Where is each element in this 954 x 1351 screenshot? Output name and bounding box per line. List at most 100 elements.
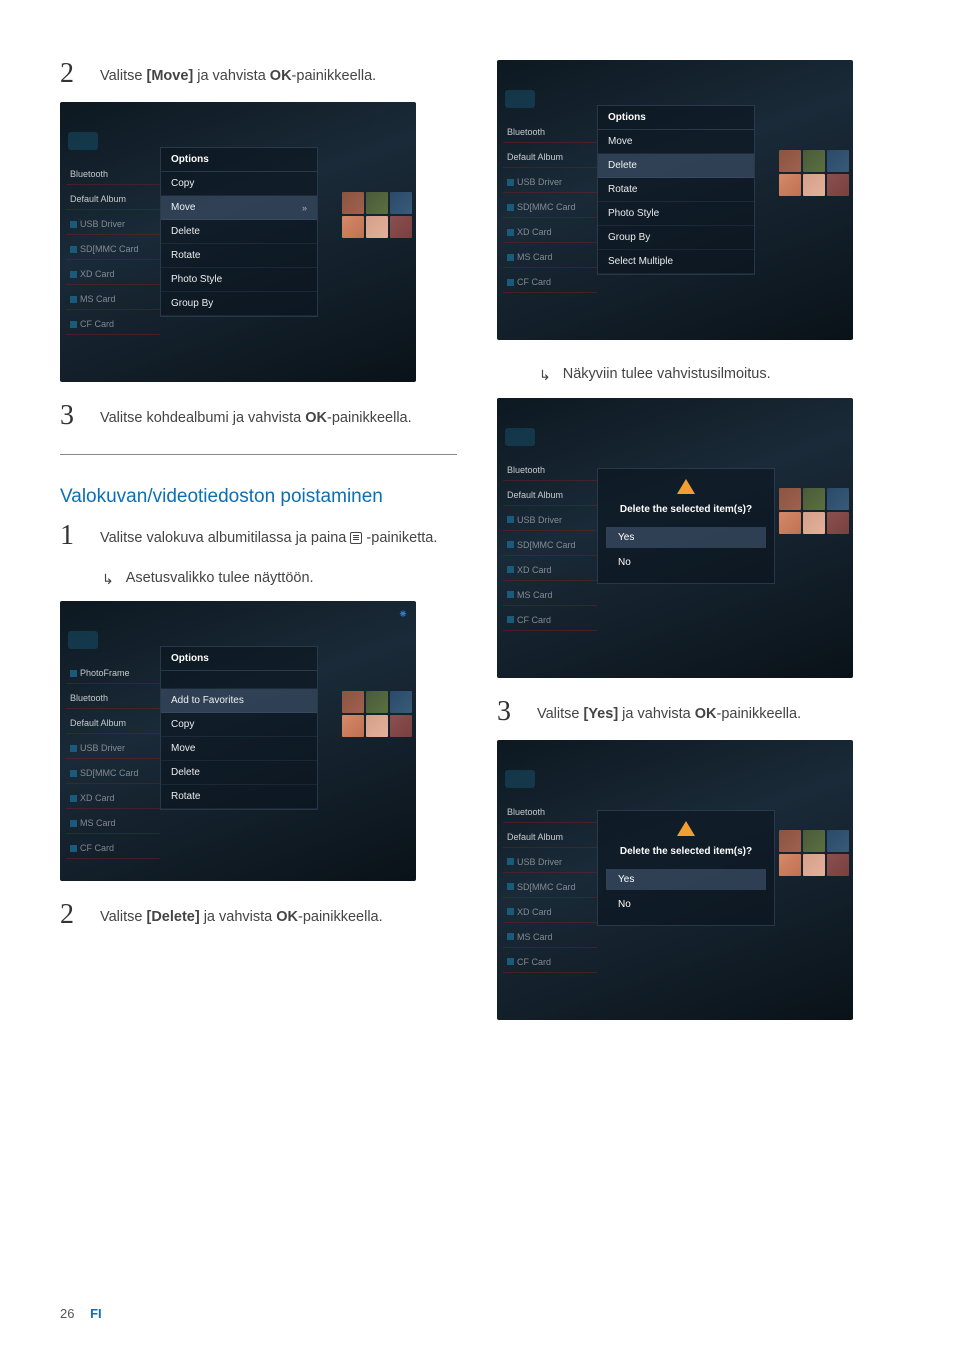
screenshot-confirm-yes: Bluetooth Default Album USB Driver SD[MM… (497, 740, 853, 1020)
thumbnails (779, 488, 849, 534)
page-footer: 26 FI (60, 1306, 102, 1321)
step-3b: 3 Valitse [Yes] ja vahvista OK-painikkee… (497, 698, 894, 726)
ss-sidebar: Bluetooth Default Album USB Driver SD[MM… (60, 102, 160, 382)
dialog-option-no: No (606, 894, 766, 915)
ss-side-item: MS Card (66, 289, 160, 310)
menu-item (161, 671, 317, 689)
ss-side-item: Default Album (66, 713, 160, 734)
ss-side-item: Bluetooth (66, 164, 160, 185)
step-number: 3 (60, 402, 80, 430)
ss-side-item: USB Driver (503, 852, 597, 873)
options-menu: Options Copy Move» Delete Rotate Photo S… (160, 147, 318, 317)
menu-item-selected: Move» (161, 196, 317, 220)
menu-item: Move (161, 737, 317, 761)
thumbnails (779, 830, 849, 876)
ss-side-item: CF Card (503, 610, 597, 631)
sd-icon (507, 541, 514, 548)
ss-side-item: Bluetooth (503, 802, 597, 823)
sd-icon (507, 883, 514, 890)
thumbnails (779, 150, 849, 196)
step-3: 3 Valitse kohdealbumi ja vahvista OK-pai… (60, 402, 457, 430)
ss-side-item: Default Album (503, 827, 597, 848)
ss-side-item: USB Driver (503, 510, 597, 531)
ss-side-item: PhotoFrame (66, 663, 160, 684)
sd-icon (70, 246, 77, 253)
cf-icon (507, 279, 514, 286)
ss-side-item: MS Card (503, 927, 597, 948)
sub-step: ↳ Näkyviin tulee vahvistusilmoitus. (539, 366, 894, 386)
ss-side-item: USB Driver (66, 214, 160, 235)
menu-item: Group By (161, 292, 317, 316)
ss-side-item: USB Driver (66, 738, 160, 759)
step-1: 1 Valitse valokuva albumitilassa ja pain… (60, 522, 457, 550)
sd-icon (70, 770, 77, 777)
arrow-icon: ↳ (102, 570, 114, 590)
menu-item: Photo Style (161, 268, 317, 292)
usb-icon (70, 221, 77, 228)
menu-item: Delete (161, 220, 317, 244)
warning-icon (677, 479, 695, 494)
ss-side-item: XD Card (503, 222, 597, 243)
ss-side-item: SD[MMC Card (503, 197, 597, 218)
cf-icon (70, 845, 77, 852)
confirm-dialog: Delete the selected item(s)? Yes No (597, 468, 775, 584)
ss-side-item: XD Card (503, 902, 597, 923)
options-menu: Options Add to Favorites Copy Move Delet… (160, 646, 318, 810)
xd-icon (507, 908, 514, 915)
ss-side-item: XD Card (66, 264, 160, 285)
ms-icon (507, 591, 514, 598)
options-menu: Options Move Delete Rotate Photo Style G… (597, 105, 755, 275)
menu-item-selected: Add to Favorites (161, 689, 317, 713)
menu-item: Delete (161, 761, 317, 785)
ss-side-item: SD[MMC Card (503, 535, 597, 556)
step-text: Valitse [Delete] ja vahvista OK-painikke… (100, 901, 383, 929)
menu-header: Options (161, 647, 317, 671)
step-number: 2 (60, 901, 80, 929)
thumbnails (342, 691, 412, 737)
arrow-icon: ↳ (539, 366, 551, 386)
confirm-dialog: Delete the selected item(s)? Yes No (597, 810, 775, 926)
dialog-option-no: No (606, 552, 766, 573)
xd-icon (70, 271, 77, 278)
menu-item: Rotate (161, 785, 317, 809)
folder-icon (70, 670, 77, 677)
screenshot-options-delete: Bluetooth Default Album USB Driver SD[MM… (497, 60, 853, 340)
right-column: Bluetooth Default Album USB Driver SD[MM… (497, 60, 894, 1040)
ss-sidebar: Bluetooth Default Album USB Driver SD[MM… (497, 60, 597, 340)
device-icon (505, 90, 535, 108)
chevron-right-icon: » (302, 203, 307, 213)
step-text: Valitse valokuva albumitilassa ja paina … (100, 522, 437, 550)
bluetooth-icon: ⁕ (398, 607, 408, 621)
ms-icon (70, 296, 77, 303)
dialog-prompt: Delete the selected item(s)? (598, 842, 774, 867)
cf-icon (507, 958, 514, 965)
step-2b: 2 Valitse [Delete] ja vahvista OK-painik… (60, 901, 457, 929)
menu-item: Rotate (598, 178, 754, 202)
ss-side-item: Default Album (503, 147, 597, 168)
menu-header: Options (161, 148, 317, 172)
xd-icon (70, 795, 77, 802)
device-icon (68, 132, 98, 150)
step-number: 3 (497, 698, 517, 726)
usb-icon (507, 858, 514, 865)
step-number: 2 (60, 60, 80, 88)
ss-sidebar: Bluetooth Default Album USB Driver SD[MM… (497, 398, 597, 678)
sd-icon (507, 204, 514, 211)
screenshot-options-move: Bluetooth Default Album USB Driver SD[MM… (60, 102, 416, 382)
warning-icon (677, 821, 695, 836)
cf-icon (70, 321, 77, 328)
menu-header: Options (598, 106, 754, 130)
usb-icon (507, 516, 514, 523)
menu-item-selected: Delete (598, 154, 754, 178)
ss-side-item: Bluetooth (66, 688, 160, 709)
device-icon (505, 770, 535, 788)
step-2: 2 Valitse [Move] ja vahvista OK-painikke… (60, 60, 457, 88)
sub-step: ↳ Asetusvalikko tulee näyttöön. (102, 570, 457, 590)
section-divider (60, 454, 457, 455)
ss-side-item: MS Card (66, 813, 160, 834)
step-text: Valitse kohdealbumi ja vahvista OK-paini… (100, 402, 412, 430)
cf-icon (507, 616, 514, 623)
page-number: 26 (60, 1306, 74, 1321)
menu-item: Rotate (161, 244, 317, 268)
ss-sidebar: PhotoFrame Bluetooth Default Album USB D… (60, 601, 160, 881)
